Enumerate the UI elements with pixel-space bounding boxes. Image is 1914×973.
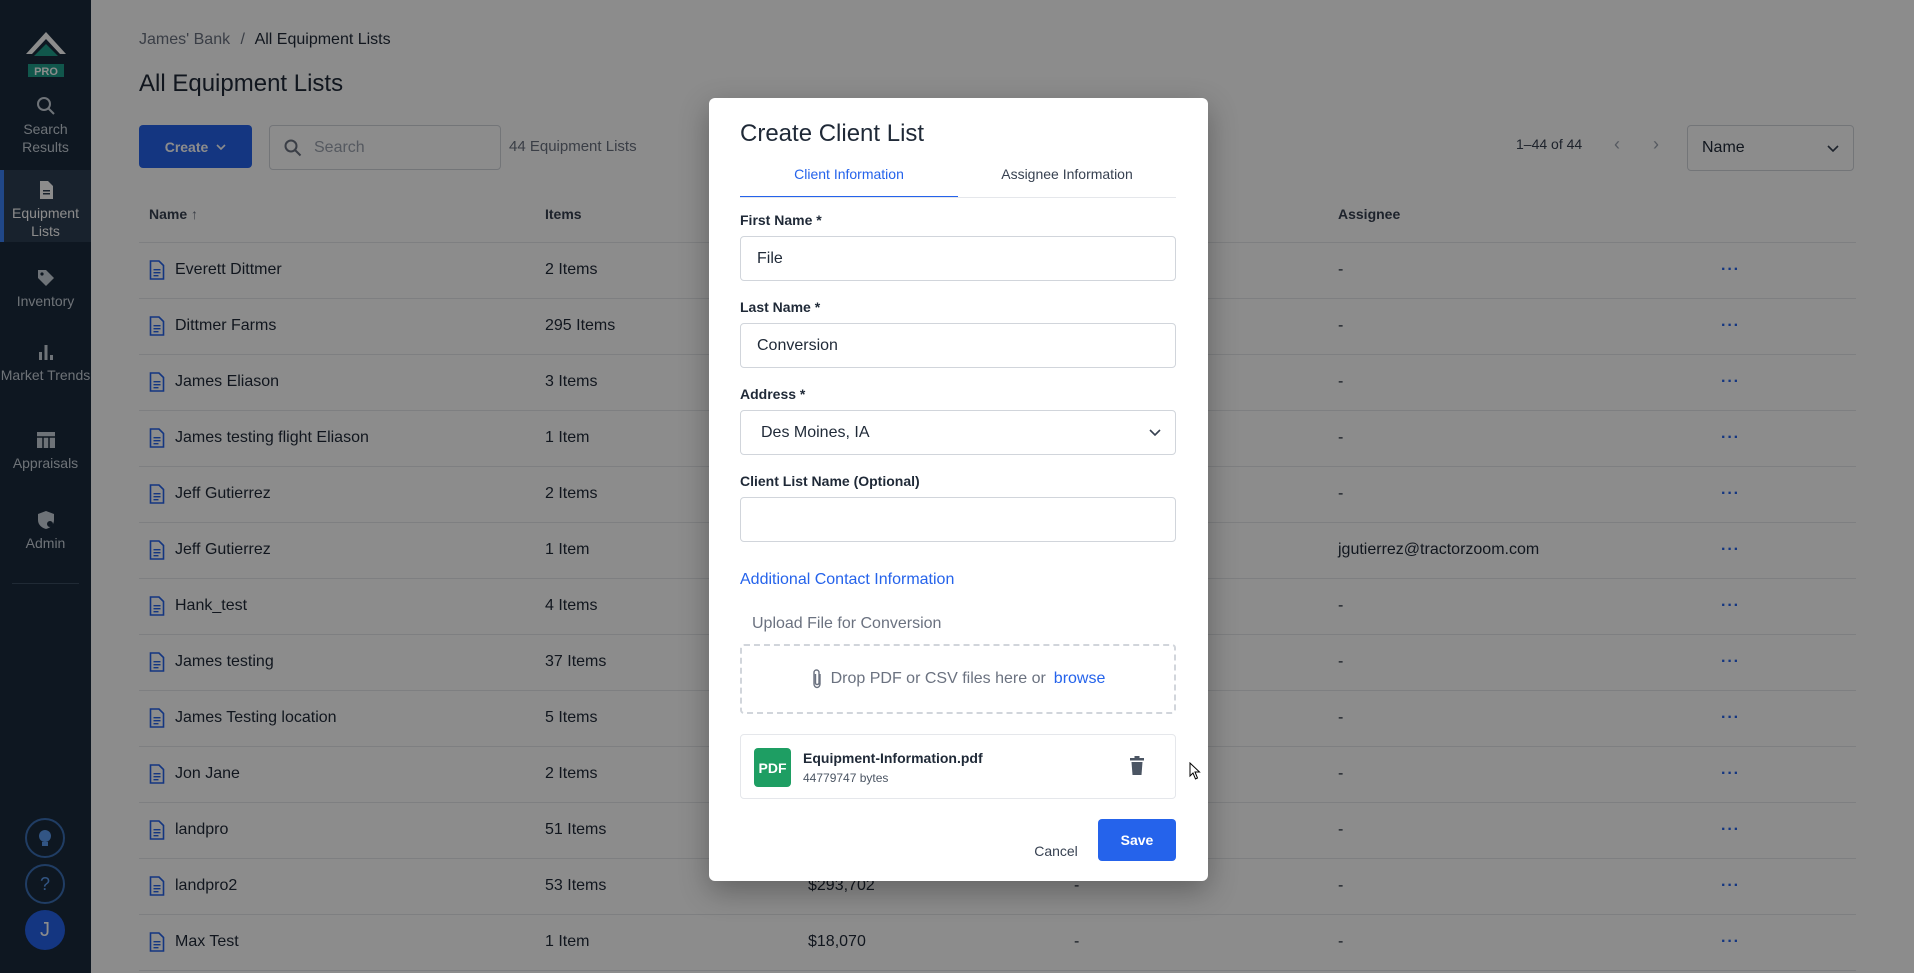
additional-contact-link[interactable]: Additional Contact Information (740, 571, 954, 589)
client-list-name-label: Client List Name (Optional) (740, 473, 920, 489)
paperclip-icon (812, 669, 821, 689)
tab-divider (740, 197, 1176, 198)
tab-assignee-information[interactable]: Assignee Information (958, 164, 1176, 198)
dropzone-text: Drop PDF or CSV files here or (830, 670, 1046, 687)
first-name-label: First Name * (740, 212, 822, 228)
file-size: 44779747 bytes (803, 771, 889, 785)
trash-icon[interactable] (1129, 756, 1145, 776)
browse-link[interactable]: browse (1054, 670, 1106, 688)
mouse-cursor-icon (1189, 762, 1201, 780)
uploaded-file-card: PDF Equipment-Information.pdf 44779747 b… (740, 734, 1176, 799)
first-name-field[interactable]: File (740, 236, 1176, 281)
upload-label: Upload File for Conversion (752, 615, 942, 632)
cancel-button[interactable]: Cancel (1026, 831, 1086, 871)
last-name-field[interactable]: Conversion (740, 323, 1176, 368)
chevron-down-icon (1149, 429, 1161, 436)
save-button[interactable]: Save (1098, 819, 1176, 861)
create-client-list-dialog: Create Client List Client Information As… (709, 98, 1208, 881)
address-value: Des Moines, IA (761, 423, 870, 441)
last-name-label: Last Name * (740, 299, 821, 315)
last-name-value: Conversion (757, 336, 838, 354)
pdf-file-icon: PDF (754, 748, 791, 787)
file-name: Equipment-Information.pdf (803, 750, 983, 766)
file-dropzone[interactable]: Drop PDF or CSV files here or browse (740, 644, 1176, 714)
dialog-title: Create Client List (740, 120, 925, 147)
client-list-name-field[interactable] (740, 497, 1176, 542)
address-label: Address * (740, 386, 806, 402)
address-select[interactable]: Des Moines, IA (740, 410, 1176, 455)
tab-client-information[interactable]: Client Information (740, 164, 958, 198)
first-name-value: File (757, 249, 783, 267)
